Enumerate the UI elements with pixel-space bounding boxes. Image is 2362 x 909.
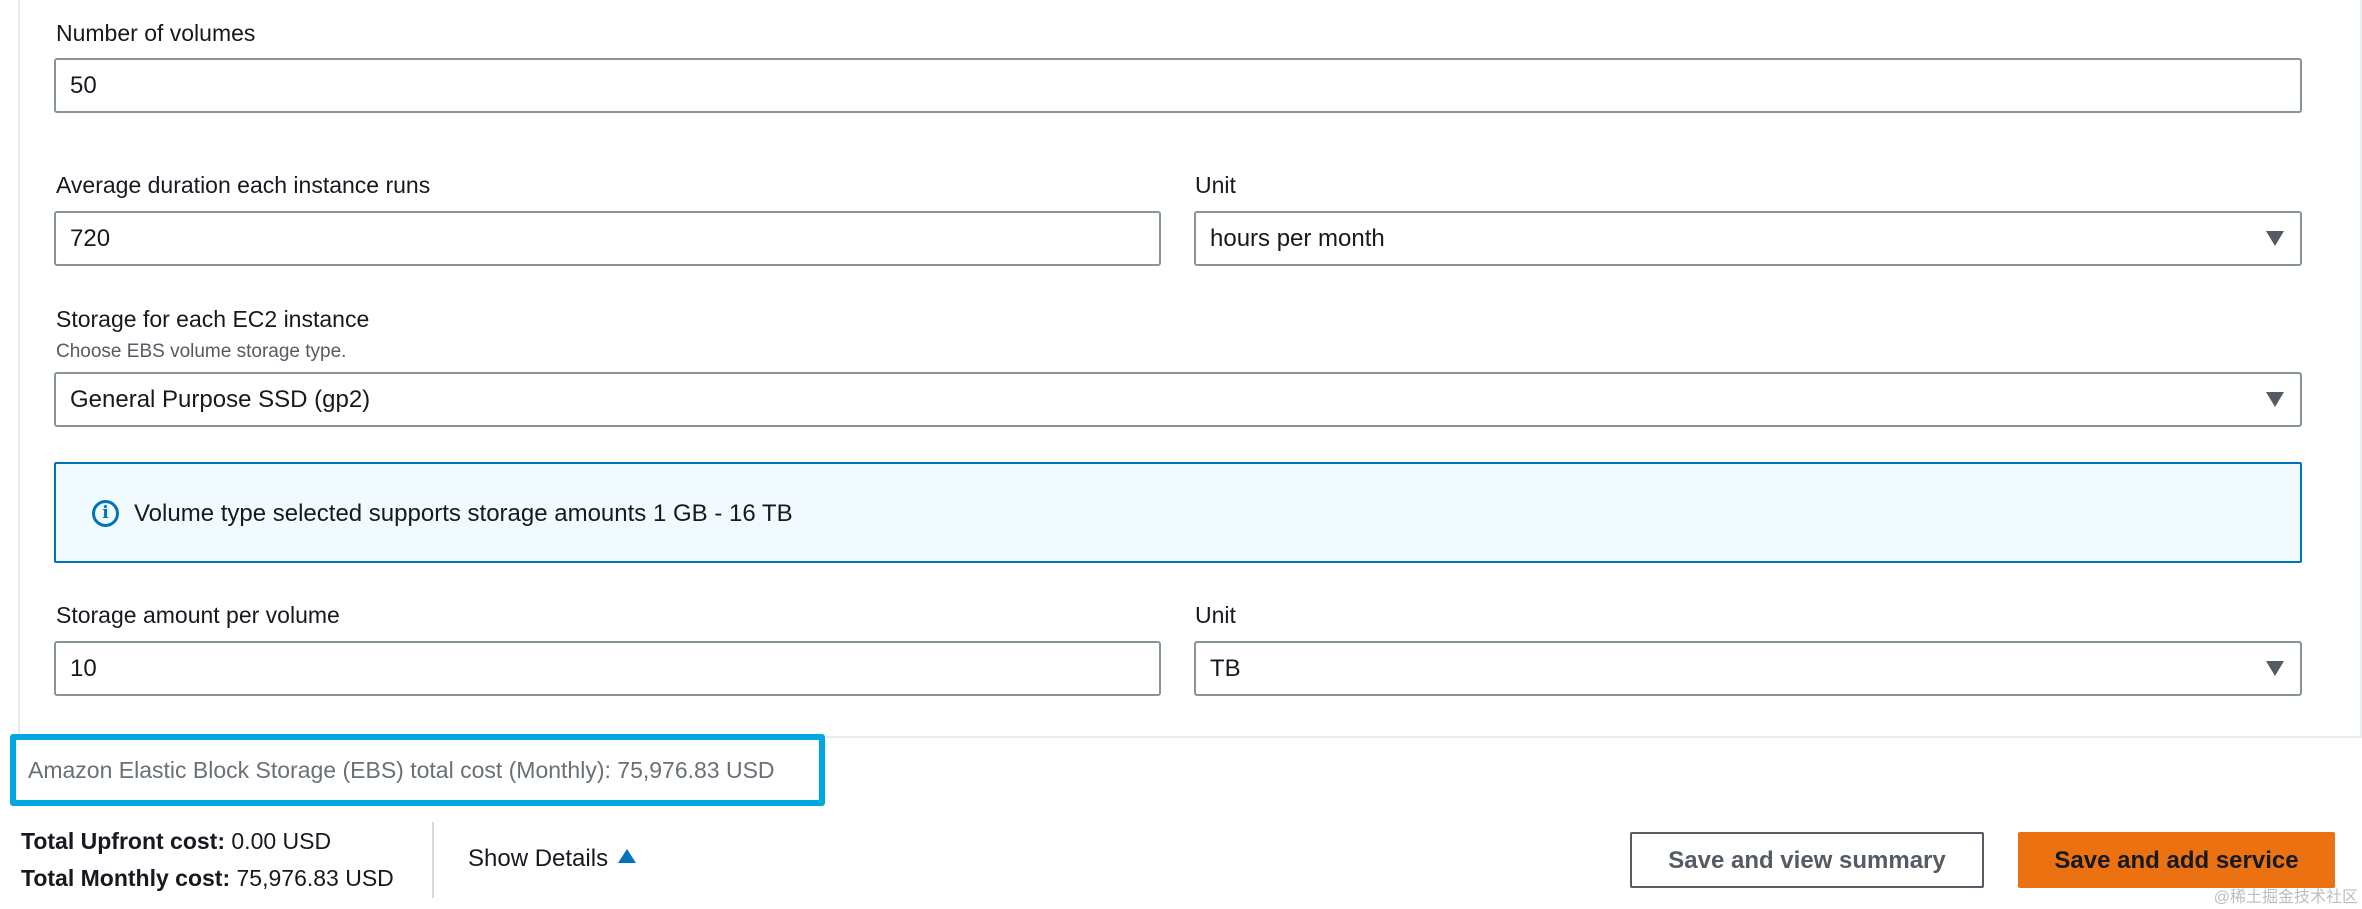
storage-amount-unit-select[interactable]: TB [1194, 641, 2302, 696]
storage-type-label: Storage for each EC2 instance [56, 306, 370, 332]
duration-unit-label: Unit [1195, 172, 1236, 198]
volumes-input[interactable] [54, 58, 2302, 113]
service-total-cost: Amazon Elastic Block Storage (EBS) total… [28, 757, 775, 783]
upfront-cost-value: 0.00 USD [231, 828, 332, 854]
save-and-add-service-button[interactable]: Save and add service [2018, 832, 2335, 888]
info-alert: i Volume type selected supports storage … [54, 462, 2302, 563]
caret-down-icon [2266, 392, 2284, 407]
caret-down-icon [2266, 231, 2284, 246]
storage-amount-label: Storage amount per volume [56, 602, 340, 628]
service-cost-highlight: Amazon Elastic Block Storage (EBS) total… [10, 734, 825, 806]
total-monthly-cost: Total Monthly cost: 75,976.83 USD [21, 865, 394, 892]
duration-unit-value: hours per month [1210, 225, 1385, 252]
storage-amount-unit-label: Unit [1195, 602, 1236, 628]
duration-label: Average duration each instance runs [56, 172, 431, 198]
monthly-cost-label: Total Monthly cost: [21, 865, 231, 891]
watermark: @稀土掘金技术社区 [2213, 889, 2358, 906]
duration-input[interactable] [54, 211, 1161, 266]
show-details-label: Show Details [468, 845, 609, 872]
ebs-estimate-page: Number of volumes Average duration each … [0, 0, 2362, 909]
storage-type-value: General Purpose SSD (gp2) [70, 386, 371, 413]
storage-type-select[interactable]: General Purpose SSD (gp2) [54, 372, 2302, 427]
volumes-label: Number of volumes [56, 20, 256, 46]
info-alert-text: Volume type selected supports storage am… [134, 500, 793, 527]
footer-divider [432, 822, 434, 898]
save-and-view-summary-button[interactable]: Save and view summary [1630, 832, 1984, 888]
duration-unit-select[interactable]: hours per month [1194, 211, 2302, 266]
storage-type-hint: Choose EBS volume storage type. [56, 341, 347, 362]
storage-amount-input[interactable] [54, 641, 1161, 696]
storage-amount-unit-value: TB [1210, 655, 1241, 682]
upfront-cost-label: Total Upfront cost: [21, 828, 225, 854]
info-icon: i [92, 500, 119, 527]
caret-down-icon [2266, 661, 2284, 676]
total-upfront-cost: Total Upfront cost: 0.00 USD [21, 828, 331, 855]
caret-up-icon [618, 849, 637, 863]
monthly-cost-value: 75,976.83 USD [236, 865, 394, 891]
show-details-toggle[interactable]: Show Details [468, 845, 637, 873]
